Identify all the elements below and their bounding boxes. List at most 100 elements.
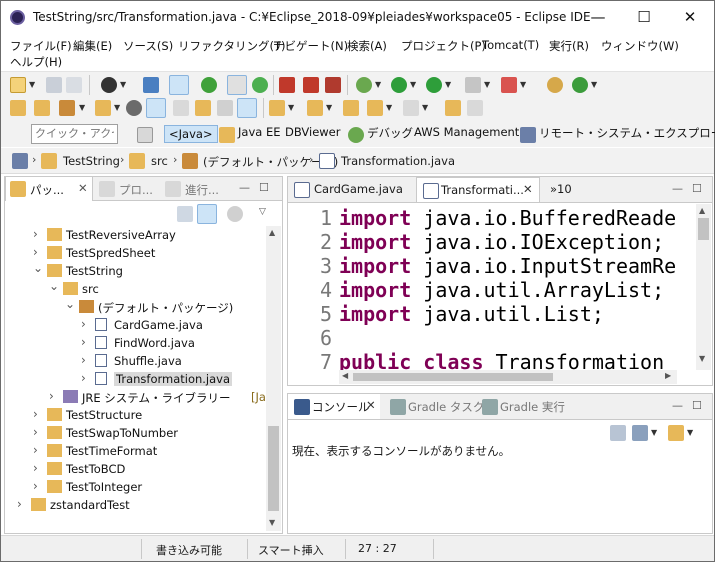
perspective-java[interactable]: <Java> [164, 125, 218, 143]
tree-item[interactable]: › TestToInteger [5, 478, 267, 496]
menu-help[interactable]: ヘルプ(H) [10, 54, 62, 70]
back-icon[interactable] [367, 100, 383, 116]
chevron-down-icon[interactable]: ▼ [422, 103, 428, 112]
chevron-down-icon[interactable]: ▼ [484, 80, 490, 89]
block-select-icon[interactable] [217, 100, 233, 116]
tree-item[interactable]: › TestStructure [5, 406, 267, 424]
tab-package-explorer[interactable]: パッ... ✕ [5, 177, 93, 201]
undo-icon[interactable] [445, 100, 461, 116]
chevron-down-icon[interactable]: ▼ [410, 80, 416, 89]
tree-item[interactable]: › TestSwapToNumber [5, 424, 267, 442]
scroll-left-icon[interactable]: ◀ [342, 371, 348, 380]
editor-horizontal-scrollbar[interactable]: ◀ ▶ [339, 370, 677, 384]
close-icon[interactable]: ✕ [523, 182, 533, 196]
run-external-icon[interactable] [426, 77, 442, 93]
tree-scrollbar[interactable]: ▲ ▼ [266, 226, 281, 531]
expand-icon[interactable]: › [33, 443, 38, 457]
chevron-down-icon[interactable]: ▼ [79, 103, 85, 112]
menu-file[interactable]: ファイル(F) [10, 38, 72, 54]
toggle-mark-icon[interactable] [227, 75, 247, 95]
tree-item[interactable]: › JRE システム・ライブラリー [JavaSE-1.8] [5, 388, 267, 406]
close-button[interactable]: ✕ [667, 1, 713, 33]
maximize-button[interactable]: ☐ [621, 1, 667, 33]
save-icon[interactable] [46, 77, 62, 93]
scroll-up-icon[interactable]: ▲ [699, 206, 705, 215]
highlight-icon[interactable] [173, 100, 189, 116]
menu-project[interactable]: プロジェクト(P) [401, 38, 486, 54]
chevron-down-icon[interactable]: ▼ [591, 80, 597, 89]
show-whitespace-icon[interactable] [237, 98, 257, 118]
breadcrumb-file[interactable]: Transformation.java [341, 154, 455, 168]
tab-gradle-run[interactable]: Gradle 実行 [478, 394, 568, 419]
menu-search[interactable]: 検索(A) [347, 38, 387, 54]
chevron-down-icon[interactable]: ▼ [326, 103, 332, 112]
menu-tomcat[interactable]: Tomcat(T) [482, 38, 539, 52]
code-line[interactable]: import java.io.IOException; [339, 230, 664, 254]
tab-cardgame[interactable]: CardGame.java [288, 177, 414, 202]
menu-window[interactable]: ウィンドウ(W) [601, 38, 679, 54]
view-menu-icon[interactable]: ▽ [259, 207, 266, 217]
minimize-view-icon[interactable]: — [672, 182, 683, 195]
chevron-down-icon[interactable]: ▼ [520, 80, 526, 89]
open-perspective-icon[interactable] [137, 127, 153, 143]
close-icon[interactable]: ✕ [78, 181, 88, 195]
tree-item[interactable]: › TestTimeFormat [5, 442, 267, 460]
last-edit-icon[interactable] [343, 100, 359, 116]
chevron-down-icon[interactable]: ▼ [687, 428, 693, 437]
tree-item[interactable]: › TestSpredSheet [5, 244, 267, 262]
tree-item[interactable]: ⌄ src [5, 279, 267, 298]
open-console-icon[interactable] [632, 425, 648, 441]
open-console-icon[interactable] [143, 77, 159, 93]
tree-item-file[interactable]: › FindWord.java [5, 334, 267, 352]
refresh-icon[interactable] [252, 77, 268, 93]
scroll-thumb[interactable] [698, 218, 709, 240]
debug-icon[interactable] [356, 77, 372, 93]
expand-icon[interactable]: › [49, 389, 54, 403]
open-type-icon[interactable] [10, 100, 26, 116]
display-console-icon[interactable] [610, 425, 626, 441]
chevron-down-icon[interactable]: ▼ [288, 103, 294, 112]
maximize-view-icon[interactable]: ☐ [692, 399, 702, 412]
scroll-right-icon[interactable]: ▶ [665, 371, 671, 380]
new-icon[interactable] [10, 77, 26, 93]
collapse-icon[interactable]: ⌄ [65, 297, 75, 311]
code-line[interactable]: import java.io.InputStreamRe [339, 254, 676, 278]
tree-item[interactable]: › zstandardTest [5, 496, 267, 514]
server-start-icon[interactable] [201, 77, 217, 93]
expand-icon[interactable]: › [17, 497, 22, 511]
perspective-aws[interactable]: AWS Management [414, 125, 519, 139]
tree-item[interactable]: ⌄ TestString [5, 261, 267, 280]
new-console-icon[interactable] [668, 425, 684, 441]
chevron-down-icon[interactable]: ▼ [651, 428, 657, 437]
tab-gradle-tasks[interactable]: Gradle タスク [384, 394, 484, 419]
expand-icon[interactable]: › [81, 353, 86, 367]
expand-icon[interactable]: › [33, 461, 38, 475]
link-editor-icon[interactable] [169, 75, 189, 95]
expand-icon[interactable]: › [33, 479, 38, 493]
breadcrumb-src[interactable]: src [151, 154, 168, 168]
code-line[interactable]: public class Transformation [339, 350, 664, 370]
chevron-down-icon[interactable]: ▼ [386, 103, 392, 112]
collapse-icon[interactable]: ⌄ [49, 279, 59, 293]
account-icon[interactable] [101, 77, 117, 93]
open-folder-icon[interactable] [95, 100, 111, 116]
breadcrumb-package[interactable]: (デフォルト・パッケージ) [203, 154, 338, 170]
tree-item[interactable]: ⌄ (デフォルト・パッケージ) [5, 297, 267, 316]
tab-progress[interactable]: 進行... [161, 177, 233, 201]
chevron-down-icon[interactable]: ▼ [375, 80, 381, 89]
quick-access-input[interactable] [31, 124, 118, 144]
tab-transformation[interactable]: Transformati... ✕ [416, 177, 540, 202]
navigate-icon[interactable] [12, 153, 28, 169]
tree-item-file[interactable]: › CardGame.java [5, 316, 267, 334]
search-icon[interactable] [59, 100, 75, 116]
minimize-view-icon[interactable]: — [239, 181, 250, 194]
perspective-java-ee[interactable]: Java EE [238, 125, 280, 139]
tree-item-file[interactable]: › Transformation.java [5, 370, 267, 388]
skip-breakpoints-icon[interactable] [279, 77, 295, 93]
tomcat-icon[interactable] [501, 77, 517, 93]
save-all-icon[interactable] [66, 77, 82, 93]
run-icon[interactable] [391, 77, 407, 93]
expand-icon[interactable]: › [33, 245, 38, 259]
collapse-all-icon[interactable] [177, 206, 193, 222]
menu-run[interactable]: 実行(R) [549, 38, 589, 54]
